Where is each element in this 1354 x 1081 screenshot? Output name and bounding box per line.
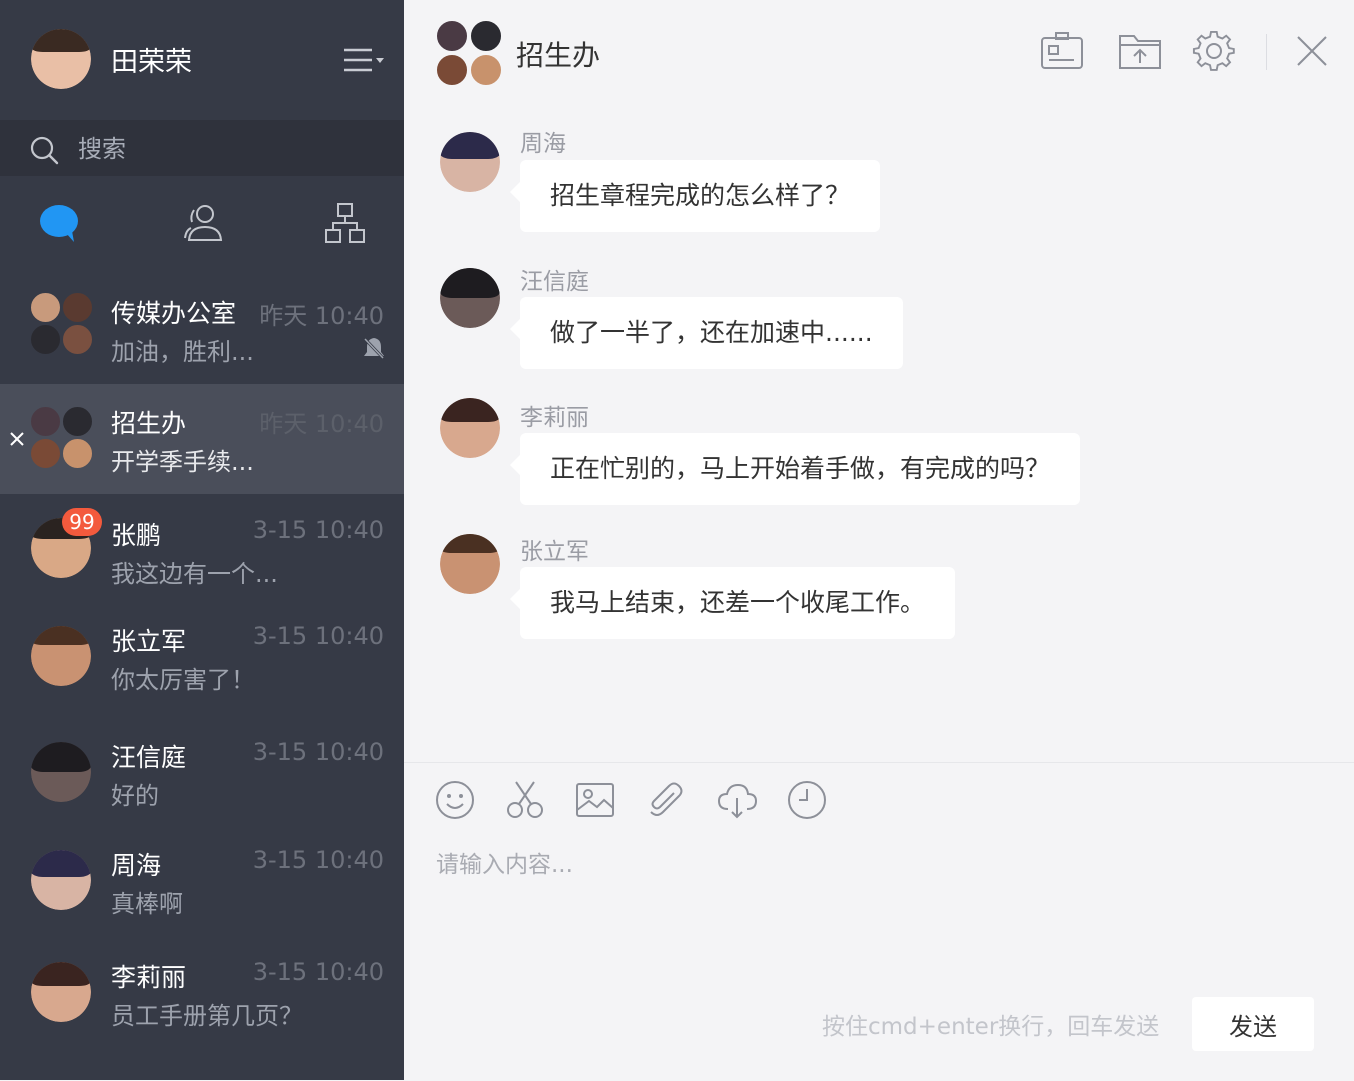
close-icon[interactable] <box>1290 30 1334 72</box>
user-name: 田荣荣 <box>111 47 192 78</box>
conversation-name: 李莉丽 <box>111 963 187 992</box>
conversation-item[interactable]: 李莉丽 员工手册第几页？ 3-15 10:40 <box>0 938 404 1048</box>
conversation-name: 汪信庭 <box>111 743 187 772</box>
conversation-item-active[interactable]: 招生办 开学季手续... 昨天 10:40 <box>0 384 404 494</box>
user-avatar[interactable] <box>31 29 91 89</box>
message-bubble: 招生章程完成的怎么样了？ <box>509 160 881 232</box>
contact-avatar <box>31 850 91 910</box>
menu-icon[interactable] <box>340 44 386 76</box>
chat-bubble-icon <box>40 205 78 242</box>
conversation-preview: 我这边有一个... <box>111 560 278 588</box>
settings-icon[interactable] <box>1192 30 1236 72</box>
unread-badge: 99 <box>62 508 102 536</box>
header-divider <box>1266 34 1267 70</box>
contact-avatar <box>31 742 91 802</box>
conversation-time: 3-15 10:40 <box>252 516 384 544</box>
message-sender: 汪信庭 <box>520 269 589 295</box>
sender-avatar[interactable] <box>440 268 500 328</box>
send-hint: 按住cmd+enter换行，回车发送 <box>822 1014 1160 1040</box>
message-bubble: 做了一半了，还在加速中...... <box>510 297 903 369</box>
conversation-preview: 开学季手续... <box>111 448 254 476</box>
conversation-time: 昨天 10:40 <box>259 302 384 330</box>
conversation-time: 3-15 10:40 <box>252 738 384 766</box>
tab-chats[interactable] <box>36 200 82 246</box>
sender-avatar[interactable] <box>440 132 500 192</box>
conversation-preview: 员工手册第几页？ <box>111 1002 303 1030</box>
chat-header: 招生办 <box>404 0 1354 110</box>
conversation-preview: 好的 <box>111 782 159 810</box>
chat-panel: 招生办 周海 招生章程完成的怎么样了？ 汪信庭 做了一半了，还在加速中.....… <box>404 0 1354 1080</box>
conversation-item[interactable]: 周海 真棒啊 3-15 10:40 <box>0 826 404 936</box>
conversation-item[interactable]: 99 张鹏 我这边有一个... 3-15 10:40 <box>0 496 404 606</box>
message-composer: 按住cmd+enter换行，回车发送 发送 <box>404 762 1354 1081</box>
conversation-time: 3-15 10:40 <box>252 846 384 874</box>
send-button[interactable]: 发送 <box>1192 997 1314 1051</box>
mute-bell-icon <box>363 337 385 360</box>
group-avatar <box>30 292 94 356</box>
message-bubble: 我马上结束，还差一个收尾工作。 <box>509 567 956 639</box>
tab-contacts[interactable] <box>180 200 226 246</box>
paperclip-icon[interactable] <box>644 779 686 821</box>
chat-title: 招生办 <box>516 39 601 72</box>
search-icon <box>30 136 59 165</box>
id-card-icon[interactable] <box>1040 30 1084 72</box>
conversation-preview: 真棒啊 <box>111 890 183 918</box>
conversation-preview: 你太厉害了！ <box>111 666 255 694</box>
clock-icon[interactable] <box>786 779 828 821</box>
conversation-item[interactable]: 传媒办公室 加油，胜利... 昨天 10:40 <box>0 272 404 382</box>
conversation-name: 张鹏 <box>111 521 162 550</box>
search-input[interactable] <box>76 128 380 170</box>
conversation-time: 昨天 10:40 <box>259 410 384 438</box>
group-avatar <box>436 20 502 86</box>
group-avatar <box>30 406 94 470</box>
conversation-item[interactable]: 张立军 你太厉害了！ 3-15 10:40 <box>0 604 404 714</box>
folder-upload-icon[interactable] <box>1118 30 1162 72</box>
contact-avatar <box>31 962 91 1022</box>
conversation-item[interactable]: 汪信庭 好的 3-15 10:40 <box>0 716 404 826</box>
org-chart-icon <box>325 203 365 243</box>
conversation-name: 招生办 <box>111 409 187 438</box>
conversation-name: 周海 <box>111 851 162 880</box>
message-input[interactable] <box>434 843 1318 987</box>
conversation-preview: 加油，胜利... <box>111 338 254 366</box>
image-icon[interactable] <box>574 779 616 821</box>
sender-avatar[interactable] <box>440 398 500 458</box>
message-sender: 张立军 <box>520 539 589 565</box>
contact-avatar <box>31 626 91 686</box>
conversation-time: 3-15 10:40 <box>252 622 384 650</box>
message-bubble: 正在忙别的，马上开始着手做，有完成的吗？ <box>509 433 1081 505</box>
scissors-icon[interactable] <box>504 779 546 821</box>
nav-tabs <box>0 176 404 272</box>
contacts-icon <box>184 205 223 241</box>
message-sender: 周海 <box>520 131 566 157</box>
emoji-icon[interactable] <box>434 779 476 821</box>
search-bar <box>0 120 404 176</box>
conversation-name: 张立军 <box>111 627 187 656</box>
close-conversation-icon[interactable] <box>8 430 26 448</box>
message-sender: 李莉丽 <box>520 405 589 431</box>
tab-organization[interactable] <box>322 200 368 246</box>
sender-avatar[interactable] <box>440 534 500 594</box>
sidebar: 田荣荣 搜索 传媒办公室 加油，胜利... 昨天 10:40 招生办 开学季手续… <box>0 0 404 1080</box>
conversation-name: 传媒办公室 <box>111 299 237 328</box>
cloud-download-icon[interactable] <box>716 779 758 821</box>
conversation-time: 3-15 10:40 <box>252 958 384 986</box>
